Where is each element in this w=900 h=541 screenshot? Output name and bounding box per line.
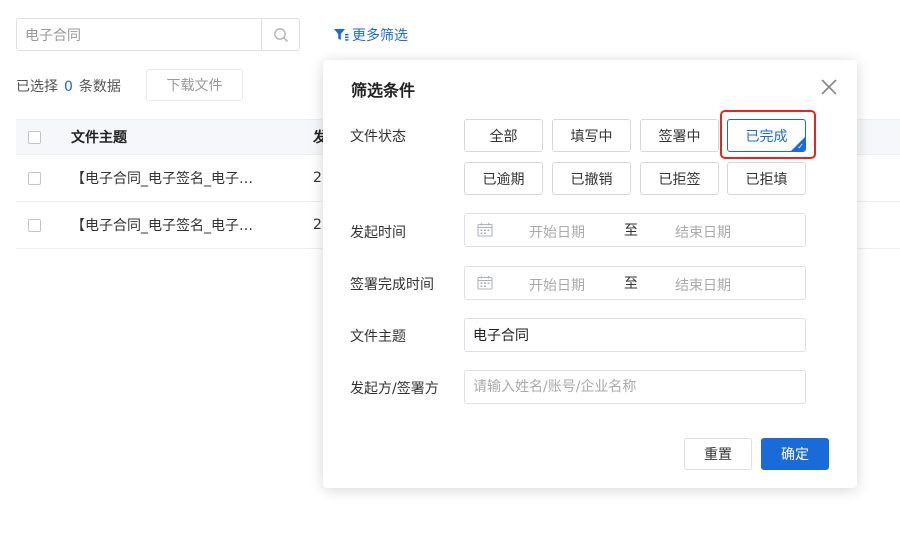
row-initiator: 2 (313, 217, 322, 233)
search-icon (273, 27, 288, 42)
selection-suffix: 条数据 (78, 79, 121, 95)
party-label: 发起方/签署方 (350, 381, 439, 397)
row-subject: 【电子合同_电子签名_电子… (71, 171, 253, 187)
status-option-filling[interactable]: 填写中 (552, 119, 631, 152)
selection-info: 已选择 0 条数据 (16, 76, 121, 96)
start-date-placeholder: 开始日期 (529, 278, 585, 294)
start-time-label: 发起时间 (350, 225, 406, 241)
calendar-icon (477, 223, 493, 237)
row-initiator: 2 (313, 170, 322, 186)
status-option-all[interactable]: 全部 (464, 119, 543, 152)
selection-prefix: 已选择 (16, 79, 58, 95)
range-separator: 至 (624, 223, 638, 239)
confirm-button[interactable]: 确定 (761, 438, 829, 470)
status-option-overdue[interactable]: 已逾期 (464, 162, 543, 195)
download-button[interactable]: 下载文件 (146, 69, 243, 101)
search-button[interactable] (261, 19, 299, 50)
end-date-placeholder: 结束日期 (675, 225, 731, 241)
close-icon[interactable] (819, 77, 839, 97)
start-time-range[interactable]: 开始日期 至 结束日期 (464, 213, 806, 247)
row-checkbox[interactable] (28, 171, 41, 185)
status-option-revoked[interactable]: 已撤销 (552, 162, 631, 195)
more-filter-label: 更多筛选 (352, 28, 408, 44)
party-input[interactable] (464, 370, 806, 404)
start-date-placeholder: 开始日期 (529, 225, 585, 241)
calendar-icon (477, 276, 493, 290)
header-subject: 文件主题 (71, 130, 127, 146)
status-label: 文件状态 (350, 129, 406, 145)
complete-time-range[interactable]: 开始日期 至 结束日期 (464, 266, 806, 300)
range-separator: 至 (624, 276, 638, 292)
status-option-signing[interactable]: 签署中 (640, 119, 719, 152)
filter-dialog: 筛选条件 文件状态 全部 填写中 签署中 已完成 ✓ 已逾期 已撤销 已拒签 已… (323, 60, 857, 488)
selection-count: 0 (64, 79, 73, 95)
row-subject: 【电子合同_电子签名_电子… (71, 218, 253, 234)
subject-label: 文件主题 (350, 329, 406, 345)
status-option-rejected-fill[interactable]: 已拒填 (727, 162, 806, 195)
dialog-title: 筛选条件 (351, 81, 416, 100)
more-filter-button[interactable]: 更多筛选 (333, 25, 408, 45)
highlight-box (720, 110, 816, 159)
row-checkbox[interactable] (28, 218, 41, 232)
status-option-rejected-sign[interactable]: 已拒签 (640, 162, 719, 195)
reset-button[interactable]: 重置 (684, 438, 752, 470)
select-all-checkbox[interactable] (28, 130, 41, 144)
search-box (16, 18, 300, 51)
complete-time-label: 签署完成时间 (350, 277, 434, 293)
filter-icon (334, 29, 349, 41)
subject-input[interactable] (464, 318, 806, 352)
end-date-placeholder: 结束日期 (675, 278, 731, 294)
search-input[interactable] (17, 19, 261, 50)
